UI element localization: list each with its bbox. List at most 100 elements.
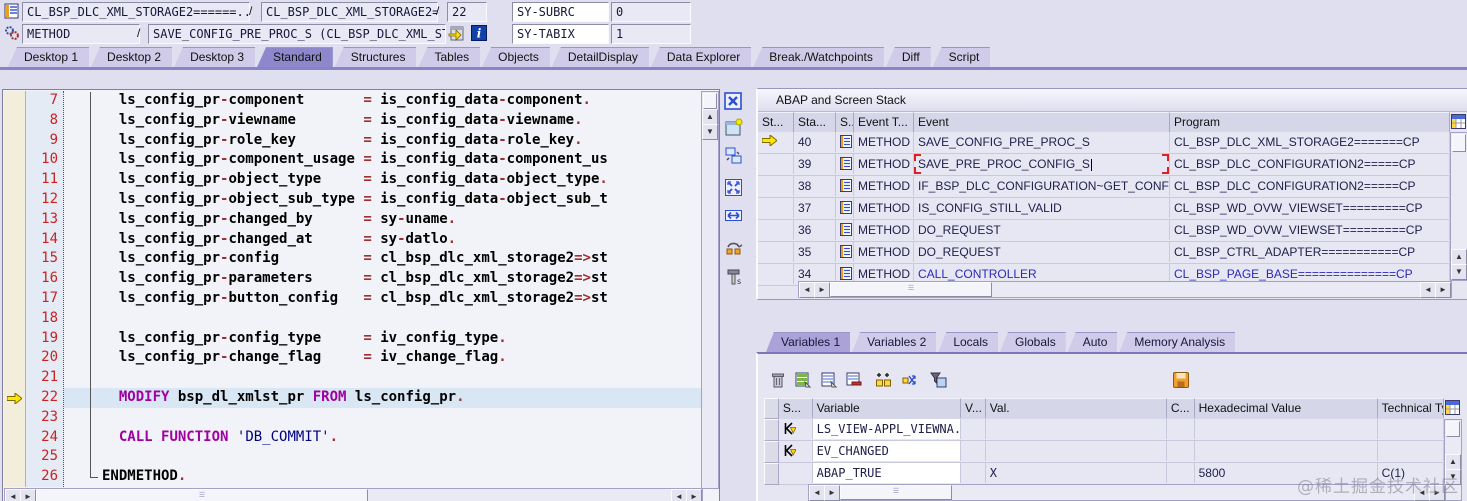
variable-row[interactable]: LS_VIEW-APPL_VIEWNA... bbox=[764, 419, 1444, 441]
variable-view-cell[interactable] bbox=[961, 419, 986, 439]
stack-program-cell[interactable]: CL_BSP_WD_OVW_VIEWSET=========CP bbox=[1170, 220, 1450, 240]
editor-hscrollbar[interactable]: ◄ ► ☰ ◄ ► bbox=[4, 488, 703, 501]
line-number[interactable]: 7 bbox=[26, 91, 63, 111]
scroll-left-icon[interactable]: ◄ bbox=[1420, 282, 1436, 298]
tab-memory-analysis[interactable]: Memory Analysis bbox=[1119, 332, 1236, 352]
scroll-right-icon[interactable]: ► bbox=[824, 485, 840, 501]
code-line-25[interactable] bbox=[64, 447, 701, 467]
tab-objects[interactable]: Objects bbox=[482, 47, 550, 67]
stack-level-cell[interactable]: 37 bbox=[794, 198, 836, 218]
sysvar-name-field[interactable]: SY-SUBRC bbox=[512, 2, 609, 22]
variables-column-header[interactable]: Hexadecimal Value bbox=[1194, 398, 1378, 418]
sysvar-name-field[interactable]: SY-TABIX bbox=[512, 24, 609, 44]
stack-status-cell[interactable] bbox=[758, 198, 794, 218]
code-line-21[interactable] bbox=[64, 368, 701, 388]
tab-standard[interactable]: Standard bbox=[257, 47, 333, 67]
stack-level-cell[interactable]: 39 bbox=[794, 154, 836, 174]
filter-icon[interactable] bbox=[930, 372, 947, 389]
variable-name-cell[interactable]: LS_VIEW-APPL_VIEWNA... bbox=[812, 419, 962, 439]
stack-event-cell[interactable]: IF_BSP_DLC_CONFIGURATION~GET_CONFI... bbox=[914, 176, 1170, 196]
navigate-icon[interactable] bbox=[448, 25, 465, 45]
line-number[interactable]: 25 bbox=[26, 447, 63, 467]
editor-breakpoint-gutter[interactable] bbox=[4, 91, 26, 487]
table-remove-icon[interactable] bbox=[846, 372, 863, 389]
abap-source-icon[interactable] bbox=[836, 154, 854, 174]
variable-name-cell[interactable]: EV_CHANGED bbox=[812, 441, 962, 461]
code-line-12[interactable]: ls_config_pr-object_sub_type = is_config… bbox=[64, 190, 701, 210]
scroll-up-icon[interactable]: ▲ bbox=[1445, 454, 1461, 470]
code-line-17[interactable]: ls_config_pr-button_config = cl_bsp_dlc_… bbox=[64, 289, 701, 309]
debugger-services-icon[interactable]: s bbox=[724, 268, 744, 288]
stack-event-cell[interactable]: DO_REQUEST bbox=[914, 220, 1170, 240]
code-line-16[interactable]: ls_config_pr-parameters = cl_bsp_dlc_xml… bbox=[64, 269, 701, 289]
changed-parameter-icon[interactable] bbox=[779, 419, 813, 439]
changed-parameter-icon[interactable] bbox=[779, 441, 813, 461]
line-number[interactable]: 14 bbox=[26, 230, 63, 250]
stack-event-type-cell[interactable]: METHOD bbox=[854, 198, 914, 218]
variables-column-header[interactable]: Variable bbox=[812, 398, 962, 418]
editor-vscrollbar[interactable]: ▲ ▼ bbox=[701, 91, 719, 489]
line-number-field[interactable]: 22 bbox=[447, 2, 487, 22]
stack-level-cell[interactable]: 35 bbox=[794, 242, 836, 262]
stack-event-type-cell[interactable]: METHOD bbox=[854, 242, 914, 262]
stack-event-cell[interactable]: SAVE_PRE_PROC_CONFIG_S bbox=[914, 154, 1170, 174]
scroll-left-icon[interactable]: ◄ bbox=[809, 485, 825, 501]
line-number[interactable]: 24 bbox=[26, 428, 63, 448]
variable-c-cell[interactable] bbox=[1167, 419, 1195, 439]
line-number[interactable]: 21 bbox=[26, 368, 63, 388]
line-number[interactable]: 8 bbox=[26, 111, 63, 131]
variable-status-cell[interactable] bbox=[779, 463, 813, 483]
tab-globals[interactable]: Globals bbox=[1000, 332, 1066, 352]
abap-source-icon[interactable] bbox=[836, 176, 854, 196]
stack-column-header[interactable]: S.. bbox=[836, 112, 854, 132]
code-line-11[interactable]: ls_config_pr-object_type = is_config_dat… bbox=[64, 170, 701, 190]
code-line-9[interactable]: ls_config_pr-role_key = is_config_data-r… bbox=[64, 131, 701, 151]
line-number[interactable]: 16 bbox=[26, 269, 63, 289]
scroll-up-icon[interactable]: ▲ bbox=[1451, 249, 1467, 265]
code-line-22[interactable]: MODIFY bsp_dl_xmlst_pr FROM ls_config_pr… bbox=[64, 387, 701, 408]
variable-view-cell[interactable] bbox=[961, 441, 986, 461]
current-stack-arrow-icon[interactable] bbox=[758, 132, 794, 152]
line-number[interactable]: 20 bbox=[26, 348, 63, 368]
line-number[interactable]: 19 bbox=[26, 329, 63, 349]
stack-hscrollbar[interactable]: ◄ ► ☰ ◄ ► bbox=[798, 281, 1452, 298]
variable-hex-cell[interactable] bbox=[1195, 419, 1378, 439]
variable-type-cell[interactable] bbox=[1378, 441, 1444, 461]
close-icon[interactable] bbox=[724, 92, 744, 112]
stack-event-type-cell[interactable]: METHOD bbox=[854, 154, 914, 174]
tab-locals[interactable]: Locals bbox=[938, 332, 998, 352]
stack-level-cell[interactable]: 38 bbox=[794, 176, 836, 196]
stack-event-cell[interactable]: SAVE_CONFIG_PRE_PROC_S bbox=[914, 132, 1170, 152]
variable-row[interactable]: EV_CHANGED bbox=[764, 441, 1444, 463]
line-number[interactable]: 23 bbox=[26, 408, 63, 428]
stack-row[interactable]: 40 METHOD SAVE_CONFIG_PRE_PROC_S CL_BSP_DLC… bbox=[758, 132, 1450, 154]
stack-status-cell[interactable] bbox=[758, 176, 794, 196]
stack-program-cell[interactable]: CL_BSP_DLC_XML_STORAGE2=======CP bbox=[1170, 132, 1450, 152]
stack-column-header[interactable]: Event T... bbox=[854, 112, 914, 132]
stack-status-cell[interactable] bbox=[758, 242, 794, 262]
code-line-23[interactable] bbox=[64, 408, 701, 428]
event-type-field[interactable]: METHOD bbox=[22, 24, 140, 44]
stack-column-header[interactable]: Sta... bbox=[794, 112, 836, 132]
scroll-left-icon[interactable]: ◄ bbox=[799, 282, 815, 298]
stack-row[interactable]: 39 METHOD SAVE_PRE_PROC_CONFIG_S CL_BSP_DLC… bbox=[758, 154, 1450, 176]
table-edit-icon[interactable] bbox=[795, 372, 812, 389]
event-field[interactable]: SAVE_CONFIG_PRE_PROC_S (CL_BSP_DLC_XML_S… bbox=[148, 24, 446, 44]
line-number[interactable]: 26 bbox=[26, 467, 63, 487]
scroll-right-icon[interactable]: ► bbox=[1435, 282, 1451, 298]
variables-column-header[interactable]: Val. bbox=[985, 398, 1167, 418]
scroll-down-icon[interactable]: ▼ bbox=[702, 124, 718, 140]
tab-script[interactable]: Script bbox=[932, 47, 991, 67]
tab-break-watchpoints[interactable]: Break./Watchpoints bbox=[753, 47, 884, 67]
scroll-right-icon[interactable]: ► bbox=[814, 282, 830, 298]
variable-value-cell[interactable]: X bbox=[986, 463, 1167, 483]
swap-sessions-icon[interactable] bbox=[724, 238, 744, 258]
stack-column-header[interactable]: Program bbox=[1170, 112, 1450, 132]
stack-event-type-cell[interactable]: METHOD bbox=[854, 176, 914, 196]
scroll-right-icon[interactable]: ► bbox=[20, 489, 36, 501]
stack-event-cell[interactable]: IS_CONFIG_STILL_VALID bbox=[914, 198, 1170, 218]
abap-source-icon[interactable] bbox=[836, 132, 854, 152]
scroll-down-icon[interactable]: ▼ bbox=[1451, 264, 1467, 280]
tab-tables[interactable]: Tables bbox=[418, 47, 481, 67]
variable-value-cell[interactable] bbox=[986, 441, 1167, 461]
